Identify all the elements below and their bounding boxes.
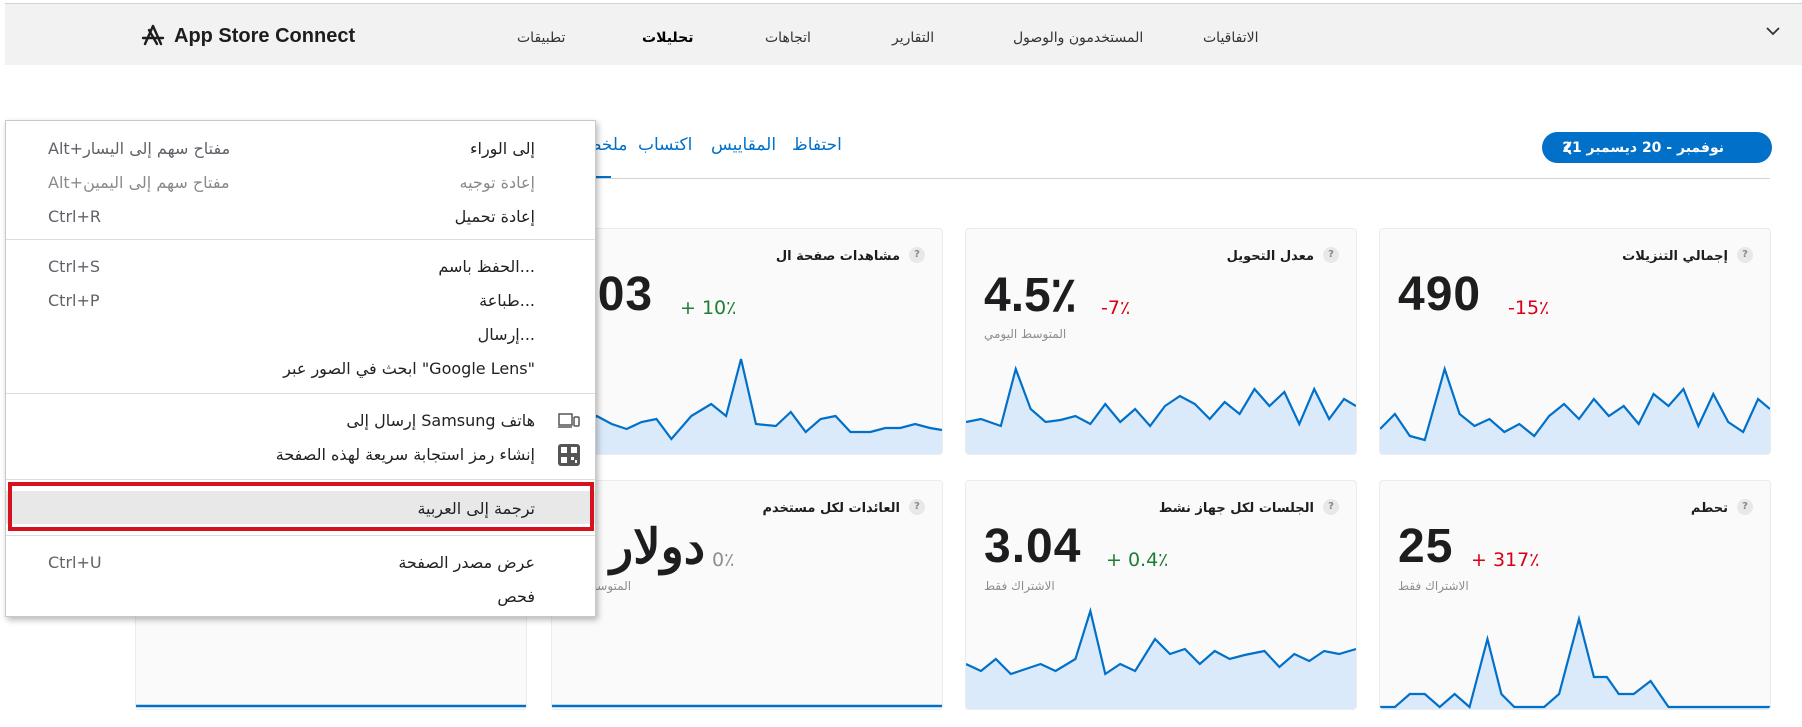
menu-separator [6,479,595,480]
menu-separator [6,535,595,536]
metric-card-revenue-per-user[interactable]: العائدات لكل مستخدم ? 0 دولار 0٪ المتوسط… [551,480,943,710]
sparkline-chart [1380,614,1770,709]
metric-card-crashes[interactable]: تحطم ? 25 + 317٪ الاشتراك فقط [1379,480,1771,710]
nav-item-agreements[interactable]: الاتفاقيات [1203,30,1258,46]
help-icon[interactable]: ? [909,247,925,263]
card-title: إجمالي التنزيلات [1622,249,1728,264]
menu-item-create-qr[interactable]: إنشاء رمز استجابة سريعة لهذه الصفحة [6,439,595,471]
card-value: 25 [1398,520,1454,573]
menu-item-label: عرض مصدر الصفحة [398,553,535,572]
nav-item-trends[interactable]: اتجاهات [765,30,811,46]
card-delta: -15٪ [1508,297,1550,319]
card-delta: + 10٪ [680,297,737,319]
card-subtitle: الاشتراك فقط [1398,579,1469,593]
date-range-picker[interactable]: نوفمبر - 20 ديسمبر 21 [1542,132,1772,163]
card-title: مشاهدات صفحة ال [775,249,900,264]
sparkline-chart [1380,365,1770,454]
metric-card-sessions-per-device[interactable]: الجلسات لكل جهاز نشط ? 3.04 + 0.4٪ الاشت… [965,480,1357,710]
metric-card-conversion-rate[interactable]: معدل التحويل ? 4.5٪ -7٪ المتوسط اليومي [965,228,1357,455]
menu-item-label: طباعة... [479,291,535,310]
tab-metrics[interactable]: المقاييس [711,135,776,155]
metric-card-page-views[interactable]: مشاهدات صفحة ال ? 603 + 10٪ [551,228,943,455]
tab-acquisition[interactable]: اكتساب [638,135,692,155]
help-icon[interactable]: ? [1323,247,1339,263]
menu-item-label: إرسال... [477,325,535,344]
sparkline-chart [966,606,1356,709]
menu-item-shortcut: Ctrl+U [48,553,102,572]
card-title: العائدات لكل مستخدم [762,501,900,516]
card-value: 4.5٪ [984,269,1077,322]
device-send-icon [558,413,580,428]
qr-code-icon [558,444,580,466]
sparkline-chart [552,704,942,708]
menu-item-label: الحفظ باسم... [438,257,535,276]
chevron-down-icon[interactable] [1764,22,1782,40]
chevron-left-icon [1563,141,1572,155]
menu-separator [6,393,595,394]
tab-retention[interactable]: احتفاظ [792,135,842,155]
menu-item-forward[interactable]: إعادة توجيه Alt+مفتاح سهم إلى اليمين [6,167,595,199]
app-name: App Store Connect [174,24,356,47]
app-store-icon [141,24,165,46]
menu-item-shortcut: Alt+مفتاح سهم إلى اليسار [48,139,231,158]
nav-item-apps[interactable]: تطبيقات [517,30,565,46]
help-icon[interactable]: ? [1737,247,1753,263]
menu-item-shortcut: Ctrl+P [48,291,100,310]
menu-item-print[interactable]: طباعة... Ctrl+P [6,285,595,317]
menu-item-inspect[interactable]: فحص [6,581,595,613]
menu-item-send-to-device[interactable]: إرسال إلى Samsung هاتف [6,405,595,437]
menu-item-label: إعادة تحميل [454,207,535,226]
menu-item-label: إنشاء رمز استجابة سريعة لهذه الصفحة [275,445,535,464]
menu-item-shortcut: Ctrl+S [48,257,101,276]
menu-item-label: إلى الوراء [469,139,535,158]
card-subtitle: الاشتراك فقط [984,579,1055,593]
menu-item-google-lens[interactable]: ابحث في الصور عبر "Google Lens" [6,353,595,385]
metric-card-total-downloads[interactable]: إجمالي التنزيلات ? 490 -15٪ [1379,228,1771,455]
date-range-label: نوفمبر - 20 ديسمبر 21 [1562,139,1724,156]
menu-item-label: ابحث في الصور عبر "Google Lens" [283,359,535,378]
card-delta: -7٪ [1101,297,1131,319]
app-logo[interactable]: App Store Connect [140,24,355,48]
page: App Store Connect تطبيقات تحليلات اتجاها… [0,0,1802,727]
menu-item-reload[interactable]: إعادة تحميل Ctrl+R [6,201,595,233]
menu-item-send[interactable]: إرسال... [6,319,595,351]
menu-item-shortcut: Alt+مفتاح سهم إلى اليمين [48,173,230,192]
card-title: الجلسات لكل جهاز نشط [1158,501,1314,516]
menu-item-label: إرسال إلى Samsung هاتف [346,411,535,430]
menu-item-label: إعادة توجيه [459,173,535,192]
card-subtitle: المتوسط اليومي [984,327,1067,341]
context-menu: إلى الوراء Alt+مفتاح سهم إلى اليسار إعاد… [5,120,596,617]
card-delta: + 317٪ [1471,549,1540,571]
menu-item-view-source[interactable]: عرض مصدر الصفحة Ctrl+U [6,547,595,579]
help-icon[interactable]: ? [1737,499,1753,515]
help-icon[interactable]: ? [1323,499,1339,515]
card-delta: + 0.4٪ [1106,549,1169,571]
card-value: 490 [1398,268,1482,321]
card-title: تحطم [1690,501,1728,516]
menu-separator [6,239,595,240]
nav-item-users-access[interactable]: المستخدمون والوصول [1013,30,1143,46]
highlight-annotation-box [8,482,594,531]
menu-item-save-as[interactable]: الحفظ باسم... Ctrl+S [6,251,595,283]
sparkline-chart [966,365,1356,454]
menu-item-shortcut: Ctrl+R [48,207,101,226]
sparkline-chart [552,358,942,454]
help-icon[interactable]: ? [909,499,925,515]
menu-item-label: فحص [497,587,535,606]
nav-item-reports[interactable]: التقارير [892,30,934,46]
top-nav-bar: App Store Connect تطبيقات تحليلات اتجاها… [5,3,1802,65]
menu-item-back[interactable]: إلى الوراء Alt+مفتاح سهم إلى اليسار [6,133,595,165]
card-delta: 0٪ [712,549,735,571]
card-value: 3.04 [984,520,1082,573]
tabs-divider [558,178,1770,179]
nav-item-analytics[interactable]: تحليلات [642,30,693,46]
card-title: معدل التحويل [1226,249,1314,264]
